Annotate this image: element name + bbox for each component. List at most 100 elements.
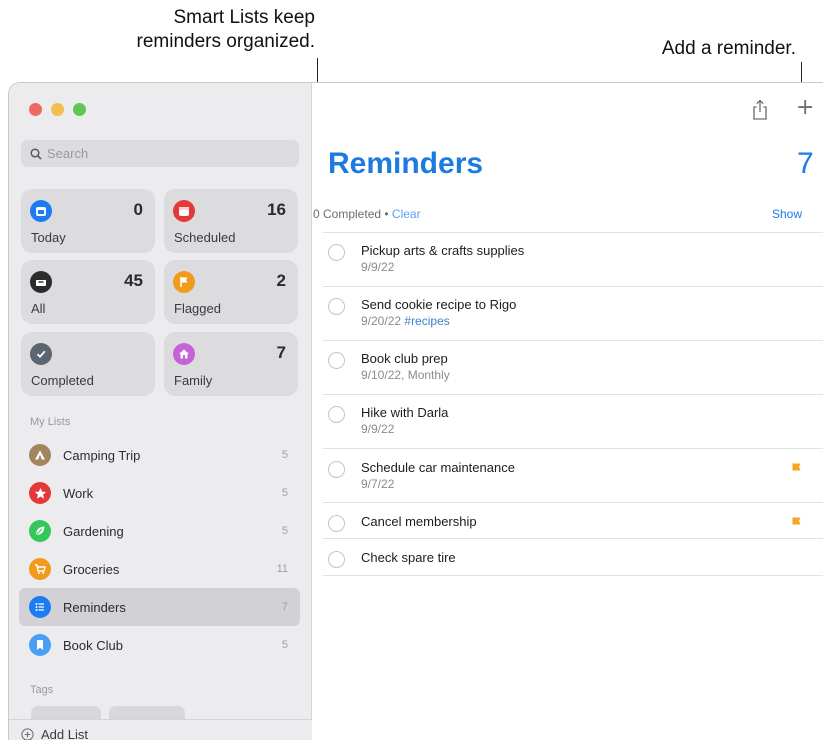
add-list-button[interactable]: Add List (9, 719, 312, 740)
reminder-title[interactable]: Hike with Darla (361, 405, 448, 420)
callout-smart-lists: Smart Lists keep reminders organized. (55, 6, 315, 54)
clear-completed-button[interactable]: Clear (392, 207, 421, 221)
smart-list-label: Scheduled (174, 230, 236, 245)
window-controls (29, 103, 86, 116)
divider (323, 538, 823, 539)
tent-icon (29, 444, 51, 466)
completed-summary: 0 Completed • Clear (313, 207, 813, 221)
complete-checkbox[interactable] (328, 461, 345, 478)
list-count: 5 (281, 639, 288, 651)
list-total-count: 7 (797, 147, 814, 180)
calendar-today-icon (30, 200, 52, 222)
smart-list-count: 45 (124, 271, 143, 290)
callout-smart-lists-line1: Smart Lists keep (173, 7, 316, 28)
smart-list-label: Family (174, 373, 213, 388)
smart-list-count: 7 (276, 343, 286, 362)
sidebar: 0 Today 16 Scheduled 45 All 2 Flagged (9, 83, 312, 740)
smart-list-label: Flagged (174, 301, 221, 316)
reminder-title[interactable]: Cancel membership (361, 514, 477, 529)
smart-list-flagged[interactable]: 2 Flagged (164, 260, 298, 324)
tags-heading: Tags (30, 684, 54, 696)
list-name: Groceries (63, 561, 120, 577)
complete-checkbox[interactable] (328, 352, 345, 369)
divider (323, 575, 823, 576)
list-item-gardening[interactable]: Gardening 5 (19, 512, 300, 550)
list-name: Book Club (63, 637, 123, 653)
search-icon (30, 147, 42, 160)
star-icon (29, 482, 51, 504)
tag-pill[interactable] (31, 706, 101, 720)
reminder-title[interactable]: Send cookie recipe to Rigo (361, 297, 516, 312)
reminder-title[interactable]: Book club prep (361, 351, 448, 366)
smart-list-scheduled[interactable]: 16 Scheduled (164, 189, 298, 253)
flag-icon (173, 271, 195, 293)
list-name: Reminders (63, 599, 126, 615)
list-count: 5 (281, 449, 288, 461)
callout-smart-lists-line2: reminders organized. (136, 31, 315, 52)
flag-icon[interactable] (792, 517, 801, 525)
calendar-icon (173, 200, 195, 222)
search-field[interactable] (21, 140, 299, 167)
divider (323, 340, 823, 341)
tray-icon (30, 271, 52, 293)
list-count: 11 (276, 563, 288, 575)
search-input[interactable] (47, 146, 277, 161)
reminder-title[interactable]: Schedule car maintenance (361, 460, 515, 475)
smart-list-count: 0 (133, 200, 143, 219)
tag-pill[interactable] (109, 706, 185, 720)
smart-list-all[interactable]: 45 All (21, 260, 155, 324)
minimize-window-button[interactable] (51, 103, 64, 116)
list-item-reminders[interactable]: Reminders 7 (19, 588, 300, 626)
complete-checkbox[interactable] (328, 244, 345, 261)
house-icon (173, 343, 195, 365)
checkmark-icon (30, 343, 52, 365)
show-completed-button[interactable]: Show (772, 207, 802, 221)
list-count: 5 (281, 525, 288, 537)
completed-count: 0 Completed (313, 207, 382, 221)
divider (323, 448, 823, 449)
smart-list-count: 2 (276, 271, 286, 290)
plus-circle-icon (21, 728, 34, 740)
list-item-work[interactable]: Work 5 (19, 474, 300, 512)
list-name: Work (63, 485, 94, 501)
list-name: Camping Trip (63, 447, 141, 463)
smart-list-family[interactable]: 7 Family (164, 332, 298, 396)
add-list-label: Add List (41, 727, 88, 740)
complete-checkbox[interactable] (328, 298, 345, 315)
reminder-tag[interactable]: #recipes (404, 314, 449, 328)
divider (323, 502, 823, 503)
main-pane: + Reminders 7 0 Completed • Clear Show P… (313, 83, 823, 740)
reminder-date: 9/7/22 (361, 477, 395, 491)
reminder-title[interactable]: Pickup arts & crafts supplies (361, 243, 524, 258)
complete-checkbox[interactable] (328, 406, 345, 423)
divider (323, 232, 823, 233)
divider (323, 394, 823, 395)
list-title: Reminders (328, 147, 484, 180)
reminders-window: 0 Today 16 Scheduled 45 All 2 Flagged (8, 82, 823, 740)
smart-list-label: Today (31, 230, 66, 245)
list-count: 7 (281, 601, 288, 613)
smart-list-label: All (31, 301, 46, 316)
smart-list-label: Completed (31, 373, 94, 388)
flag-icon[interactable] (792, 463, 801, 471)
list-item-book-club[interactable]: Book Club 5 (19, 626, 300, 664)
separator: • (381, 207, 392, 221)
complete-checkbox[interactable] (328, 515, 345, 532)
share-icon[interactable] (751, 99, 769, 121)
list-count: 5 (281, 487, 288, 499)
list-item-groceries[interactable]: Groceries 11 (19, 550, 300, 588)
smart-list-today[interactable]: 0 Today (21, 189, 155, 253)
smart-list-count: 16 (267, 200, 286, 219)
smart-list-completed[interactable]: Completed (21, 332, 155, 396)
close-window-button[interactable] (29, 103, 42, 116)
complete-checkbox[interactable] (328, 551, 345, 568)
zoom-window-button[interactable] (73, 103, 86, 116)
reminder-date: 9/9/22 (361, 260, 395, 274)
add-reminder-button[interactable]: + (796, 96, 814, 120)
list-item-camping-trip[interactable]: Camping Trip 5 (19, 436, 300, 474)
my-lists: Camping Trip 5 Work 5 Gardening 5 Grocer… (19, 436, 300, 664)
leaf-icon (29, 520, 51, 542)
my-lists-heading: My Lists (30, 416, 71, 428)
reminder-title[interactable]: Check spare tire (361, 550, 456, 565)
reminder-date: 9/10/22, Monthly (361, 368, 450, 382)
